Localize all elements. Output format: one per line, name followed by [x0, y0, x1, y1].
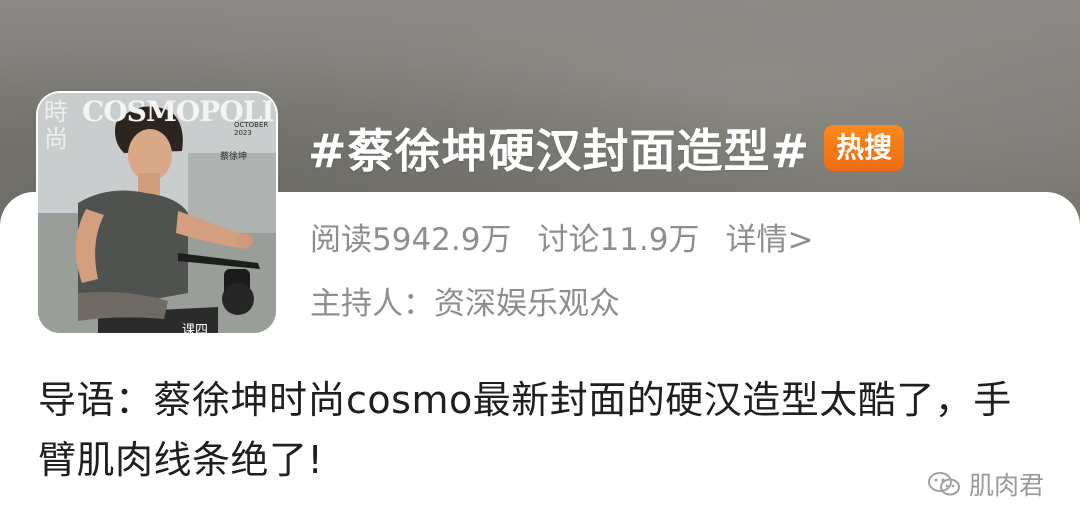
details-link[interactable]: 详情> [726, 214, 814, 259]
hot-badge: 热搜 [824, 125, 905, 171]
read-count: 阅读5942.9万 [310, 222, 512, 258]
watermark: 肌肉君 [927, 466, 1044, 502]
topic-stats: 阅读5942.9万 讨论11.9万 详情> [310, 214, 814, 259]
watermark-text: 肌肉君 [968, 471, 1044, 500]
cover-name: 蔡徐坤 [220, 152, 248, 162]
topic-page: 時尚 COSMOPOLITAN OCTOBER 2023 蔡徐坤 课四 #蔡徐坤… [0, 0, 1080, 531]
topic-title-row: #蔡徐坤硬汉封面造型# 热搜 [308, 115, 905, 181]
cover-bottom-text: 课四 [182, 323, 209, 333]
wechat-icon [927, 472, 960, 496]
cover-thumbnail[interactable]: 時尚 COSMOPOLITAN OCTOBER 2023 蔡徐坤 课四 [38, 93, 276, 333]
discussion-count: 讨论11.9万 [537, 222, 700, 258]
cover-month: OCTOBER 2023 [234, 121, 269, 137]
cover-side-text: 時尚 [44, 98, 68, 153]
topic-intro: 导语：蔡徐坤时尚cosmo最新封面的硬汉造型太酷了，手臂肌肉线条绝了! [38, 378, 1012, 482]
host-info: 主持人：资深娱乐观众 [310, 286, 620, 322]
topic-title[interactable]: #蔡徐坤硬汉封面造型# [308, 115, 810, 181]
